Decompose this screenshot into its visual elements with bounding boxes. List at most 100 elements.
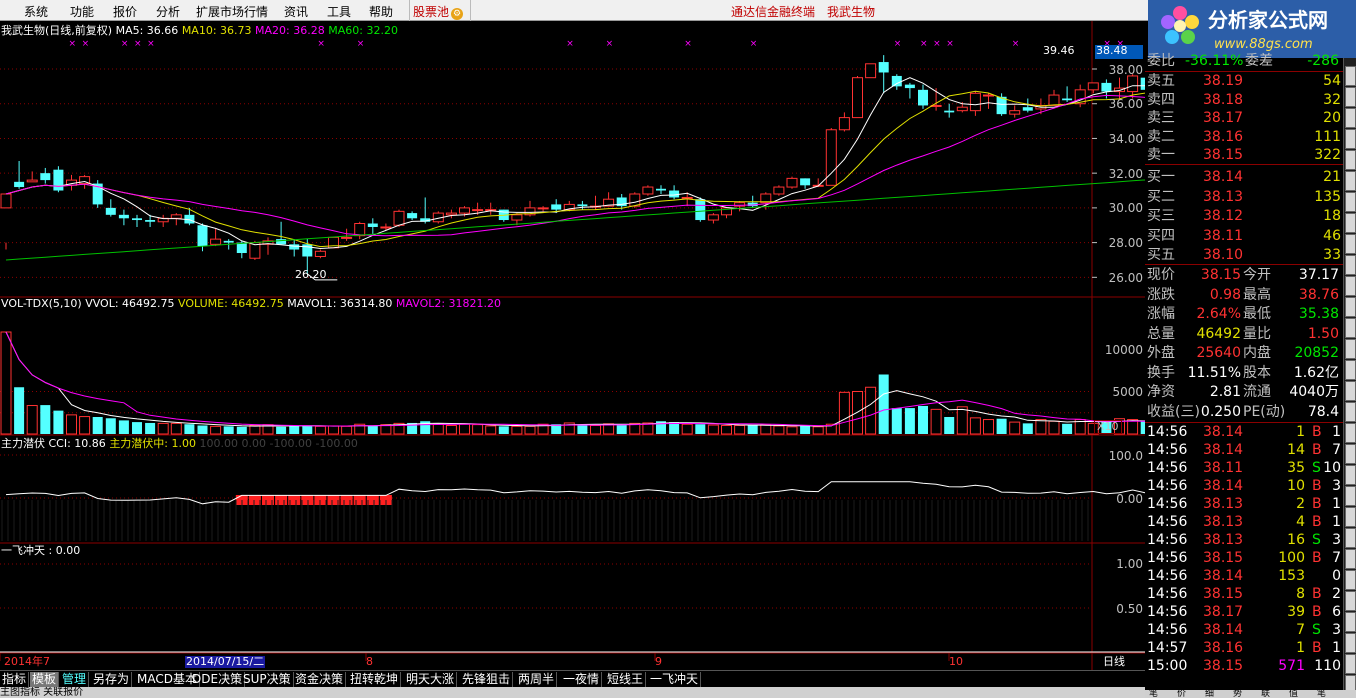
volume-bar <box>800 425 811 434</box>
toolbar-button[interactable] <box>1345 360 1356 380</box>
volume-bar <box>721 425 732 435</box>
tick-time: 15:00 <box>1147 658 1188 674</box>
tick-volume: 153 <box>1278 568 1305 584</box>
signal-marker: × <box>147 39 155 49</box>
stock-pool-button[interactable]: 股票池 ⚙ <box>413 3 464 20</box>
tab-indicator[interactable]: 指标 <box>0 672 30 687</box>
right-side-toolbar[interactable] <box>1343 58 1356 695</box>
toolbar-button[interactable] <box>1345 633 1356 653</box>
candle-body <box>904 84 915 89</box>
ask-row: 卖五 38.19 54 <box>1145 72 1343 90</box>
volume-bar <box>432 423 444 435</box>
toolbar-button[interactable] <box>1345 213 1356 233</box>
toolbar-button[interactable] <box>1345 381 1356 401</box>
quote-bottom-tab[interactable]: 价 <box>1177 690 1186 698</box>
weibi-value: -36.11% <box>1185 53 1244 69</box>
toolbar-button[interactable] <box>1345 654 1356 674</box>
tab-yifeichongtian[interactable]: 一飞冲天 <box>648 672 702 687</box>
candle-body <box>656 188 666 191</box>
toolbar-button[interactable] <box>1345 339 1356 359</box>
menu-system[interactable]: 系统 <box>24 3 48 20</box>
volume-bar <box>26 405 38 435</box>
toolbar-button[interactable] <box>1345 486 1356 506</box>
toolbar-button[interactable] <box>1345 129 1356 149</box>
toolbar-button[interactable] <box>1345 255 1356 275</box>
signal-marker: × <box>894 39 902 49</box>
tab-template[interactable]: 模板 <box>30 672 60 687</box>
toolbar-button[interactable] <box>1345 297 1356 317</box>
quote-bottom-tab[interactable]: 笔 <box>1317 690 1326 698</box>
menu-quote[interactable]: 报价 <box>113 3 137 20</box>
quote-bottom-tab[interactable]: 联 <box>1261 690 1270 698</box>
candle-body <box>1087 82 1099 91</box>
menu-function[interactable]: 功能 <box>70 3 94 20</box>
toolbar-button[interactable] <box>1345 171 1356 191</box>
main-legend: 我武生物(日线,前复权) MA5: 36.66 MA10: 36.73 MA20… <box>1 25 398 37</box>
toolbar-button[interactable] <box>1345 423 1356 443</box>
menu-extended-market[interactable]: 扩展市场行情 <box>196 3 268 20</box>
kline-chart[interactable]: ××××××××××××××××××× <box>0 21 1145 670</box>
tick-row: 14:56 38.13 2 B 1 <box>1145 495 1343 513</box>
tab-fund[interactable]: 资金决策 <box>293 672 347 687</box>
toolbar-button[interactable] <box>1345 402 1356 422</box>
volume-bar <box>695 424 706 434</box>
toolbar-button[interactable] <box>1345 507 1356 527</box>
x-axis-label: 8 <box>366 655 373 668</box>
volume-bar <box>904 408 915 434</box>
ma-lines <box>5 77 1145 261</box>
tab-sup[interactable]: SUP决策 <box>241 672 294 687</box>
ask-volume: 32 <box>1323 91 1341 108</box>
volume-bar <box>289 425 300 434</box>
toolbar-button[interactable] <box>1345 465 1356 485</box>
tick-volume: 4 <box>1296 514 1305 530</box>
tab-mingtian[interactable]: 明天大涨 <box>404 672 458 687</box>
stat-row: 收益(三) 0.250 PE(动) 78.4 <box>1145 403 1343 421</box>
menu-tools[interactable]: 工具 <box>327 3 351 20</box>
menu-help[interactable]: 帮助 <box>369 3 393 20</box>
tab-duanxianwang[interactable]: 短线王 <box>605 672 647 687</box>
candle-body <box>367 223 378 227</box>
tick-price: 38.17 <box>1203 604 1244 620</box>
quote-bottom-tab[interactable]: 值 <box>1289 690 1298 698</box>
volume-bar <box>92 417 103 434</box>
stat-label: 最低 <box>1243 306 1271 322</box>
toolbar-button[interactable] <box>1345 192 1356 212</box>
tick-time: 14:56 <box>1147 496 1188 512</box>
tab-manage[interactable]: 管理 <box>60 672 90 687</box>
tab-niuzhuan[interactable]: 扭转乾坤 <box>348 672 402 687</box>
toolbar-button[interactable] <box>1345 549 1356 569</box>
toolbar-button[interactable] <box>1345 528 1356 548</box>
toolbar-button[interactable] <box>1345 612 1356 632</box>
toolbar-button[interactable] <box>1345 234 1356 254</box>
tick-row: 14:56 38.13 16 S 3 <box>1145 531 1343 549</box>
quote-panel: 委比 -36.11% 委差 -286 卖五 38.19 54 卖四 38.18 32 卖三 3… <box>1145 40 1343 690</box>
toolbar-button[interactable] <box>1345 66 1356 86</box>
toolbar-button[interactable] <box>1345 108 1356 128</box>
period-label[interactable]: 日线 <box>1103 656 1125 668</box>
quote-bottom-tab[interactable]: 笔 <box>1149 690 1158 698</box>
candle-body <box>878 62 889 73</box>
tab-liangzhouban[interactable]: 两周半 <box>516 672 558 687</box>
toolbar-button[interactable] <box>1345 87 1356 107</box>
toolbar-button[interactable] <box>1345 276 1356 296</box>
menu-news[interactable]: 资讯 <box>284 3 308 20</box>
signal-marker: × <box>357 39 365 49</box>
tab-yiyeqing[interactable]: 一夜情 <box>561 672 603 687</box>
toolbar-button[interactable] <box>1345 591 1356 611</box>
cci-signal-bar <box>275 495 288 505</box>
toolbar-button[interactable] <box>1345 318 1356 338</box>
candle-body <box>445 212 457 216</box>
volume-bar <box>249 425 261 435</box>
tab-xianfeng[interactable]: 先锋狙击 <box>460 672 514 687</box>
tab-dde[interactable]: DDE决策 <box>190 672 246 687</box>
menu-analysis[interactable]: 分析 <box>156 3 180 20</box>
quote-bottom-tab[interactable]: 势 <box>1233 690 1242 698</box>
toolbar-button[interactable] <box>1345 444 1356 464</box>
quote-bottom-tab[interactable]: 细 <box>1205 690 1214 698</box>
toolbar-button[interactable] <box>1345 150 1356 170</box>
tab-save-as[interactable]: 另存为 <box>91 672 133 687</box>
stat-row: 涨跌 0.98 最高 38.76 <box>1145 286 1343 304</box>
toolbar-button[interactable] <box>1345 570 1356 590</box>
x-axis-label: 9 <box>655 655 662 668</box>
tick-volume: 2 <box>1296 496 1305 512</box>
